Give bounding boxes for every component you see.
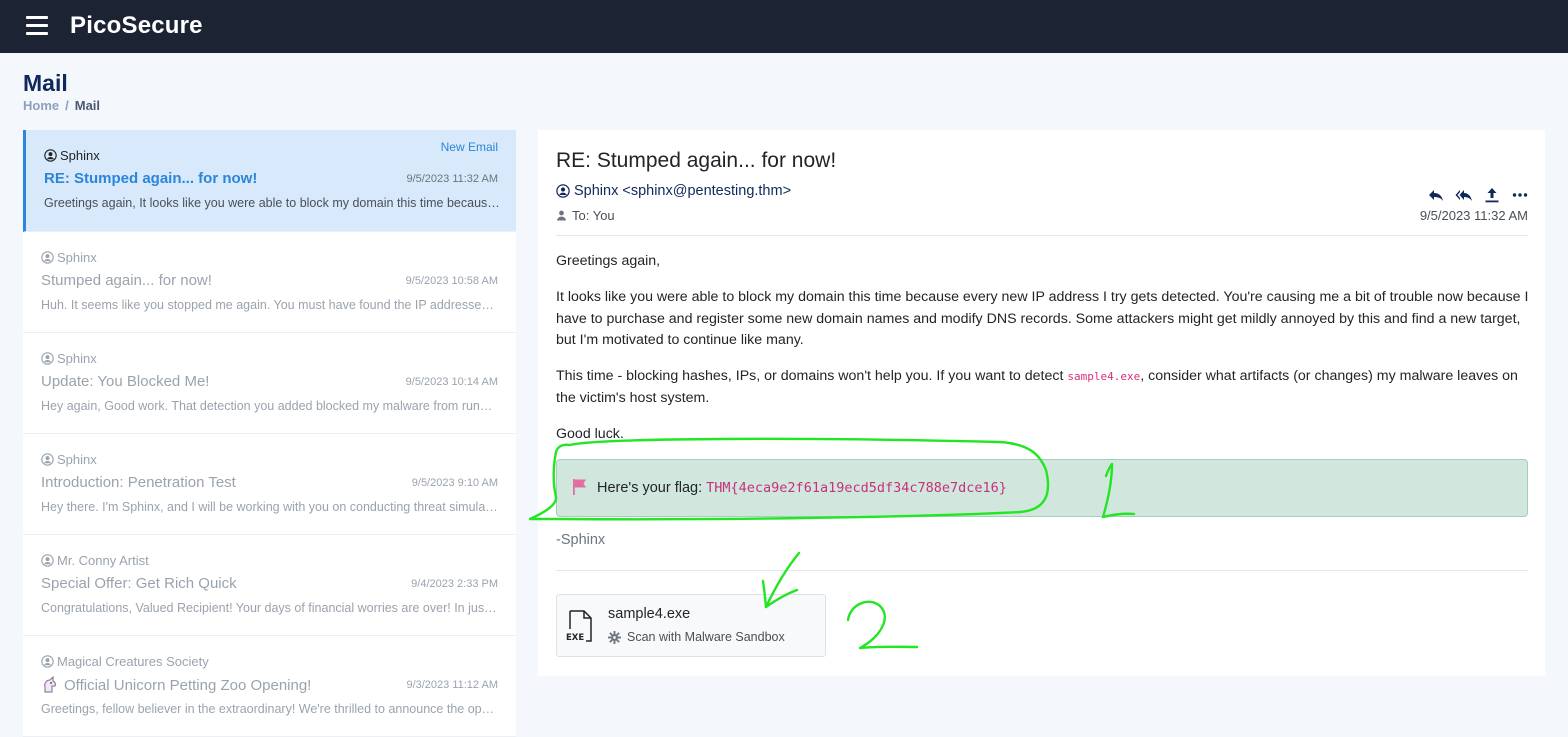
email-paragraph-2-text: This time - blocking hashes, IPs, or dom… [556, 368, 1068, 384]
breadcrumb-current: Mail [74, 98, 101, 113]
mail-sender: Mr. Conny Artist [41, 553, 149, 568]
divider [556, 235, 1528, 236]
mail-subject: RE: Stumped again... for now! [44, 170, 258, 187]
reply-icon[interactable] [1427, 186, 1445, 204]
email-actions [1427, 186, 1529, 204]
mail-list-item[interactable]: Sphinx New Email RE: Stumped again... fo… [23, 130, 516, 232]
email-greeting: Greetings again, [556, 253, 661, 269]
mail-list-item[interactable]: Sphinx Stumped again... for now! 9/5/202… [23, 232, 516, 333]
mail-date: 9/4/2023 2:33 PM [411, 578, 498, 590]
hamburger-icon[interactable] [26, 16, 48, 36]
person-icon [556, 210, 567, 221]
mail-subject: Introduction: Penetration Test [41, 474, 236, 491]
mail-sender-name: Sphinx [57, 351, 97, 366]
mail-subject: Special Offer: Get Rich Quick [41, 575, 237, 592]
top-navbar: PicoSecure [0, 0, 1568, 53]
page-title: Mail [23, 70, 68, 96]
mail-preview: Greetings, fellow believer in the extrao… [41, 702, 498, 716]
mail-sender: Sphinx [41, 250, 97, 265]
mail-sender-name: Sphinx [57, 250, 97, 265]
inline-code-filename: sample4.exe [1067, 370, 1141, 383]
mail-date: 9/5/2023 10:58 AM [405, 275, 498, 287]
mail-sender-name: Sphinx [57, 452, 97, 467]
mail-date: 9/5/2023 11:32 AM [406, 173, 498, 185]
mail-sender: Magical Creatures Society [41, 654, 209, 669]
unicorn-icon [43, 676, 56, 693]
breadcrumb: Home / Mail [23, 98, 100, 113]
scan-label: Scan with Malware Sandbox [627, 630, 785, 644]
mail-sender-name: Mr. Conny Artist [57, 553, 149, 568]
flag-value: THM{4eca9e2f61a19ecd5df34c788e7dce16} [706, 480, 1007, 496]
mail-preview: Congratulations, Valued Recipient! Your … [41, 601, 498, 615]
email-to: To: You [556, 208, 615, 223]
upload-icon[interactable] [1483, 186, 1501, 204]
email-date: 9/5/2023 11:32 AM [1419, 208, 1528, 223]
email-paragraph-1: It looks like you were able to block my … [556, 289, 1529, 348]
flag-label-row: Here's your flag: THM{4eca9e2f61a19ecd5d… [597, 480, 1007, 496]
mail-list-item[interactable]: Magical Creatures Society Official Unico… [23, 636, 516, 737]
flag-label: Here's your flag: [597, 480, 707, 496]
mail-date: 9/5/2023 9:10 AM [411, 477, 498, 489]
flag-alert: Here's your flag: THM{4eca9e2f61a19ecd5d… [556, 459, 1528, 517]
mail-date: 9/5/2023 10:14 AM [405, 376, 498, 388]
mail-list: Sphinx New Email RE: Stumped again... fo… [23, 130, 516, 737]
attachment-card[interactable]: EXE sample4.exe Scan with Malware Sandbo… [556, 594, 826, 657]
more-horizontal-icon[interactable] [1511, 186, 1529, 204]
email-detail-panel: RE: Stumped again... for now! Sphinx <sp… [538, 130, 1545, 676]
mail-list-item[interactable]: Sphinx Update: You Blocked Me! 9/5/2023 … [23, 333, 516, 434]
mail-subject-row: Official Unicorn Petting Zoo Opening! [41, 676, 311, 694]
email-paragraph-2: This time - blocking hashes, IPs, or dom… [556, 366, 1531, 409]
mail-preview: Hey again, Good work. That detection you… [41, 399, 498, 413]
email-subject: RE: Stumped again... for now! [556, 149, 837, 172]
user-circle-icon [41, 554, 54, 567]
email-signature: -Sphinx [556, 532, 606, 548]
divider [556, 570, 1528, 571]
new-email-badge: New Email [440, 140, 498, 154]
mail-subject: Official Unicorn Petting Zoo Opening! [64, 676, 312, 694]
attachment-name: sample4.exe [608, 606, 691, 622]
mail-sender: Sphinx [44, 148, 100, 163]
email-from-address: Sphinx <sphinx@pentesting.thm> [574, 183, 792, 199]
user-circle-icon [41, 251, 54, 264]
user-circle-icon [41, 453, 54, 466]
mail-list-item[interactable]: Mr. Conny Artist Special Offer: Get Rich… [23, 535, 516, 636]
mail-preview: Huh. It seems like you stopped me again.… [41, 298, 498, 312]
mail-list-item[interactable]: Sphinx Introduction: Penetration Test 9/… [23, 434, 516, 535]
exe-file-icon-label: EXE [566, 633, 584, 643]
user-circle-icon [556, 184, 570, 198]
breadcrumb-home-link[interactable]: Home [23, 98, 59, 113]
email-from: Sphinx <sphinx@pentesting.thm> [556, 183, 791, 199]
mail-preview: Greetings again, It looks like you were … [44, 196, 501, 210]
email-closing: Good luck. [556, 425, 624, 442]
breadcrumb-separator: / [65, 98, 69, 113]
brand-title: PicoSecure [70, 12, 203, 39]
scan-with-sandbox-link[interactable]: Scan with Malware Sandbox [608, 630, 785, 644]
mail-subject: Stumped again... for now! [41, 272, 212, 289]
user-circle-icon [41, 352, 54, 365]
user-circle-icon [41, 655, 54, 668]
gear-icon [608, 630, 621, 644]
mail-sender-name: Magical Creatures Society [57, 654, 209, 669]
reply-all-icon[interactable] [1455, 186, 1473, 204]
mail-sender-name: Sphinx [60, 148, 100, 163]
flag-icon [573, 479, 586, 495]
email-to-text: To: You [572, 208, 615, 223]
mail-preview: Hey there. I'm Sphinx, and I will be wor… [41, 500, 498, 514]
exe-file-icon: EXE [566, 610, 592, 643]
mail-subject: Update: You Blocked Me! [41, 373, 210, 390]
user-circle-icon [44, 149, 57, 162]
email-body: Greetings again, It looks like you were … [556, 251, 1531, 460]
mail-sender: Sphinx [41, 351, 97, 366]
mail-sender: Sphinx [41, 452, 97, 467]
mail-date: 9/3/2023 11:12 AM [406, 679, 498, 691]
